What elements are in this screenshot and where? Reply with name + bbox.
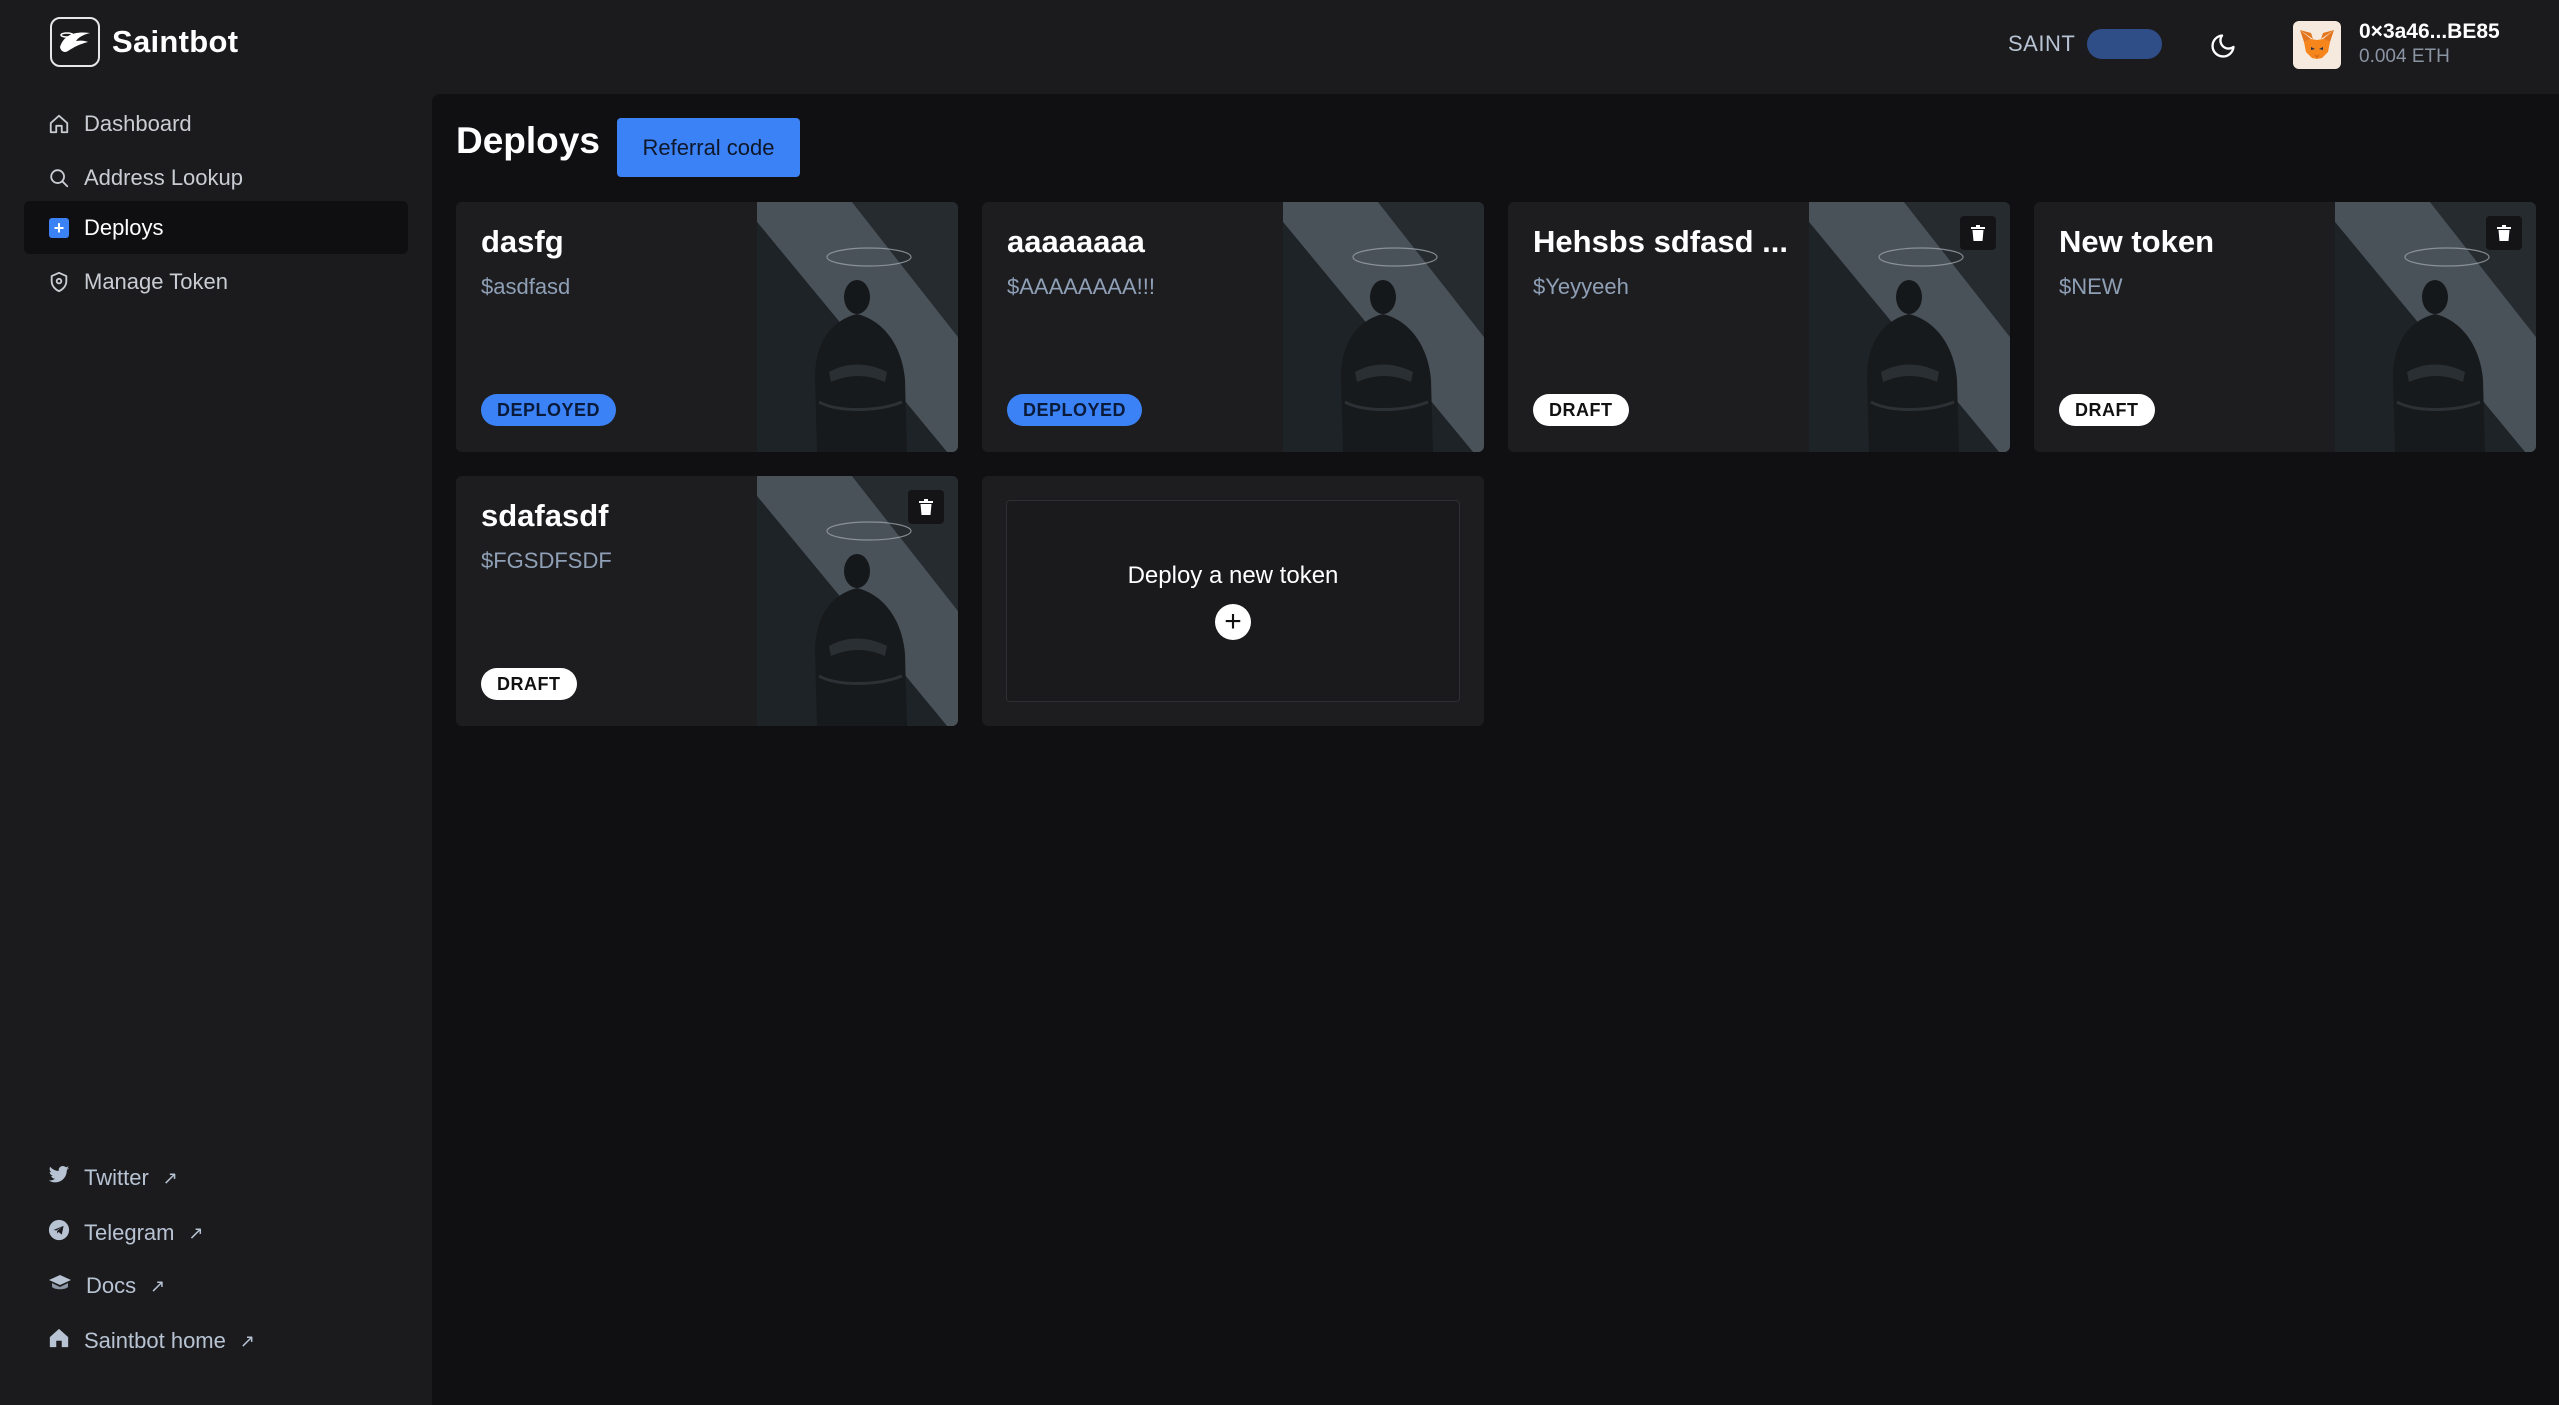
main-content: Deploys Referral code dasfg $asdfasd DEP… xyxy=(432,94,2559,1405)
logo[interactable]: Saintbot xyxy=(50,17,238,67)
deploy-new-token-button[interactable]: Deploy a new token + xyxy=(1006,500,1460,702)
token-card[interactable]: Hehsbs sdfasd ... $Yeyyeeh DRAFT xyxy=(1508,202,2010,452)
saint-toggle-group: SAINT xyxy=(2008,29,2163,59)
saint-label: SAINT xyxy=(2008,31,2076,56)
top-bar: Saintbot SAINT 0×3a46...BE85 0.004 ETH xyxy=(0,0,2559,92)
delete-button[interactable] xyxy=(1960,216,1996,250)
wallet-balance: 0.004 ETH xyxy=(2359,46,2450,67)
token-name: New token xyxy=(2059,224,2215,259)
delete-button[interactable] xyxy=(2486,216,2522,250)
wallet-address: 0×3a46...BE85 xyxy=(2359,20,2500,43)
sidebar-item-dashboard[interactable]: Dashboard xyxy=(24,97,408,150)
token-ticker: $NEW xyxy=(2059,274,2123,299)
telegram-label: Telegram xyxy=(84,1220,175,1245)
trash-icon xyxy=(2497,225,2511,241)
sidebar-item-manage-token[interactable]: Manage Token xyxy=(24,255,408,308)
sidebar-item-label: Deploys xyxy=(84,214,164,240)
deploy-new-token-label: Deploy a new token xyxy=(1127,562,1339,589)
twitter-icon xyxy=(48,1165,70,1191)
status-badge: DRAFT xyxy=(481,668,577,700)
docs-icon xyxy=(48,1273,72,1299)
status-badge: DRAFT xyxy=(1533,394,1629,426)
twitter-label: Twitter xyxy=(84,1165,149,1190)
wallet-info: 0×3a46...BE85 0.004 ETH xyxy=(2359,20,2500,70)
sidebar-item-label: Address Lookup xyxy=(84,164,243,190)
plus-circle-icon: + xyxy=(1215,604,1251,640)
token-card[interactable]: sdafasdf $FGSDFSDF DRAFT xyxy=(456,476,958,726)
saint-wing-logo-icon xyxy=(50,17,100,67)
token-ticker: $FGSDFSDF xyxy=(481,548,612,573)
moon-icon xyxy=(2211,34,2235,58)
token-image xyxy=(1283,202,1484,452)
sidebar-item-address-lookup[interactable]: Address Lookup xyxy=(24,151,408,204)
page-title: Deploys xyxy=(456,120,600,161)
app-name: Saintbot xyxy=(112,24,239,59)
sidebar-item-deploys[interactable]: + Deploys xyxy=(24,201,408,254)
token-ticker: $AAAAAAAA!!! xyxy=(1007,274,1155,299)
status-badge: DEPLOYED xyxy=(481,394,617,426)
twitter-link[interactable]: Twitter ↗ xyxy=(48,1165,178,1191)
telegram-link[interactable]: Telegram ↗ xyxy=(48,1219,204,1247)
wallet-button[interactable]: 0×3a46...BE85 0.004 ETH xyxy=(2293,20,2500,70)
home-filled-icon xyxy=(48,1327,70,1355)
home-icon xyxy=(48,113,70,135)
token-image xyxy=(757,202,958,452)
token-name: sdafasdf xyxy=(481,498,609,533)
saintbot-home-label: Saintbot home xyxy=(84,1328,226,1353)
token-name: Hehsbs sdfasd ... xyxy=(1533,224,1788,259)
sidebar: Dashboard Address Lookup + Deploys Manag… xyxy=(0,92,430,1405)
token-name: dasfg xyxy=(481,224,564,259)
token-ticker: $Yeyyeeh xyxy=(1533,274,1629,299)
token-name: aaaaaaaa xyxy=(1007,224,1145,259)
deploy-new-token-card: Deploy a new token + xyxy=(982,476,1484,726)
saint-toggle[interactable] xyxy=(2087,29,2163,59)
sidebar-item-label: Dashboard xyxy=(84,110,192,136)
status-badge: DEPLOYED xyxy=(1007,394,1143,426)
shield-icon xyxy=(48,271,70,293)
referral-code-button[interactable]: Referral code xyxy=(617,118,800,177)
trash-icon xyxy=(1971,225,1985,241)
telegram-icon xyxy=(48,1219,70,1247)
status-badge: DRAFT xyxy=(2059,394,2155,426)
docs-link[interactable]: Docs ↗ xyxy=(48,1273,165,1299)
plus-square-icon: + xyxy=(48,217,70,239)
sidebar-item-label: Manage Token xyxy=(84,268,228,294)
external-arrow-icon: ↗ xyxy=(188,1222,204,1243)
trash-icon xyxy=(919,499,933,515)
docs-label: Docs xyxy=(86,1273,137,1298)
theme-toggle-button[interactable] xyxy=(2206,29,2240,63)
delete-button[interactable] xyxy=(908,490,944,524)
token-card[interactable]: aaaaaaaa $AAAAAAAA!!! DEPLOYED xyxy=(982,202,1484,452)
search-icon xyxy=(48,167,70,189)
metamask-fox-icon xyxy=(2293,21,2341,69)
external-arrow-icon: ↗ xyxy=(150,1275,166,1296)
external-arrow-icon: ↗ xyxy=(239,1330,255,1351)
saintbot-home-link[interactable]: Saintbot home ↗ xyxy=(48,1327,255,1355)
external-arrow-icon: ↗ xyxy=(162,1167,178,1188)
token-card[interactable]: New token $NEW DRAFT xyxy=(2034,202,2536,452)
token-ticker: $asdfasd xyxy=(481,274,571,299)
token-card[interactable]: dasfg $asdfasd DEPLOYED xyxy=(456,202,958,452)
